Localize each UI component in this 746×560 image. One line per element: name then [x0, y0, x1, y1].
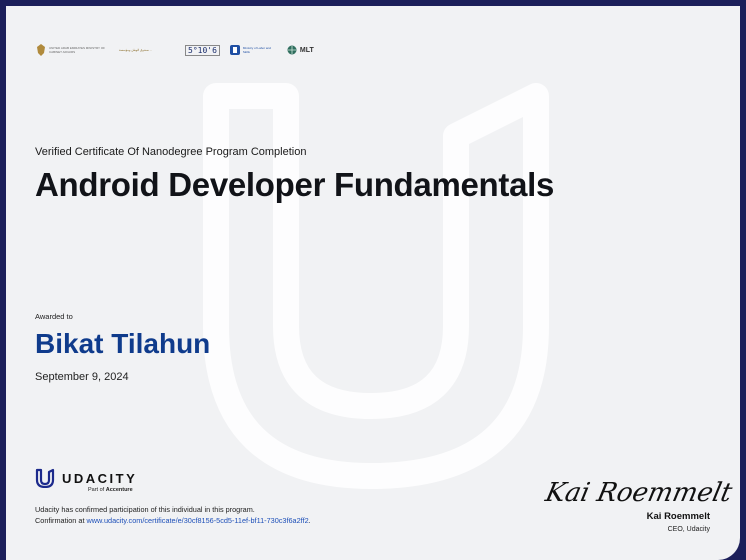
completion-date: September 9, 2024	[35, 371, 129, 383]
program-title: Android Developer Fundamentals	[35, 166, 555, 203]
five-ten-logo: 5°10'6	[185, 44, 220, 56]
udacity-watermark-icon	[203, 83, 549, 489]
mlt-text: MLT	[299, 46, 314, 54]
part-of-prefix: Part of	[88, 487, 106, 493]
recipient-name: Bikat Tilahun	[35, 328, 211, 359]
confirmation-end: .	[308, 516, 311, 525]
signer-role: CEO, Udacity	[667, 526, 710, 533]
part-of-accenture: Part of Accenture	[88, 487, 133, 493]
partner-logos: UNITED ARAB EMIRATES MINISTRY OF CABINET…	[36, 36, 314, 64]
awarded-label: Awarded to	[35, 312, 73, 321]
mlt-logo: MLT	[287, 45, 314, 55]
certificate-subtitle: Verified Certificate Of Nanodegree Progr…	[35, 146, 307, 158]
confirmation-statement: Udacity has confirmed participation of t…	[35, 505, 255, 514]
uae-logo: UNITED ARAB EMIRATES MINISTRY OF CABINET…	[36, 44, 109, 56]
confirmation-label: Confirmation at	[35, 516, 87, 525]
confirmation-line: Confirmation at www.udacity.com/certific…	[35, 515, 325, 526]
confirmation-block: Udacity has confirmed participation of t…	[35, 504, 325, 526]
confirmation-link[interactable]: www.udacity.com/certificate/e/30cf8156-5…	[87, 516, 309, 525]
uae-caption: UNITED ARAB EMIRATES MINISTRY OF CABINET…	[49, 46, 106, 54]
fund-caption: صندوق الوطن ومؤسسة ...	[119, 48, 153, 52]
udacity-u-icon	[35, 468, 55, 488]
udacity-logo: UDACITY	[35, 468, 137, 488]
udacity-wordmark: UDACITY	[62, 471, 138, 486]
ministry-emblem-icon	[229, 45, 240, 55]
certificate: UNITED ARAB EMIRATES MINISTRY OF CABINET…	[6, 6, 740, 560]
uae-emblem-icon	[37, 44, 45, 56]
labor-logo: Ministry of Labor and Skills	[229, 45, 277, 55]
fund-logo: صندوق الوطن ومؤسسة ...	[119, 48, 175, 52]
accenture-brand: Accenture	[105, 487, 133, 493]
signer-name: Kai Roemmelt	[646, 511, 710, 522]
ceo-signature: Kai Roemmelt	[542, 478, 735, 508]
labor-caption: Ministry of Labor and Skills	[242, 46, 271, 54]
mlt-globe-icon	[287, 45, 297, 55]
five-ten-mark: 5°10'6	[185, 44, 220, 56]
